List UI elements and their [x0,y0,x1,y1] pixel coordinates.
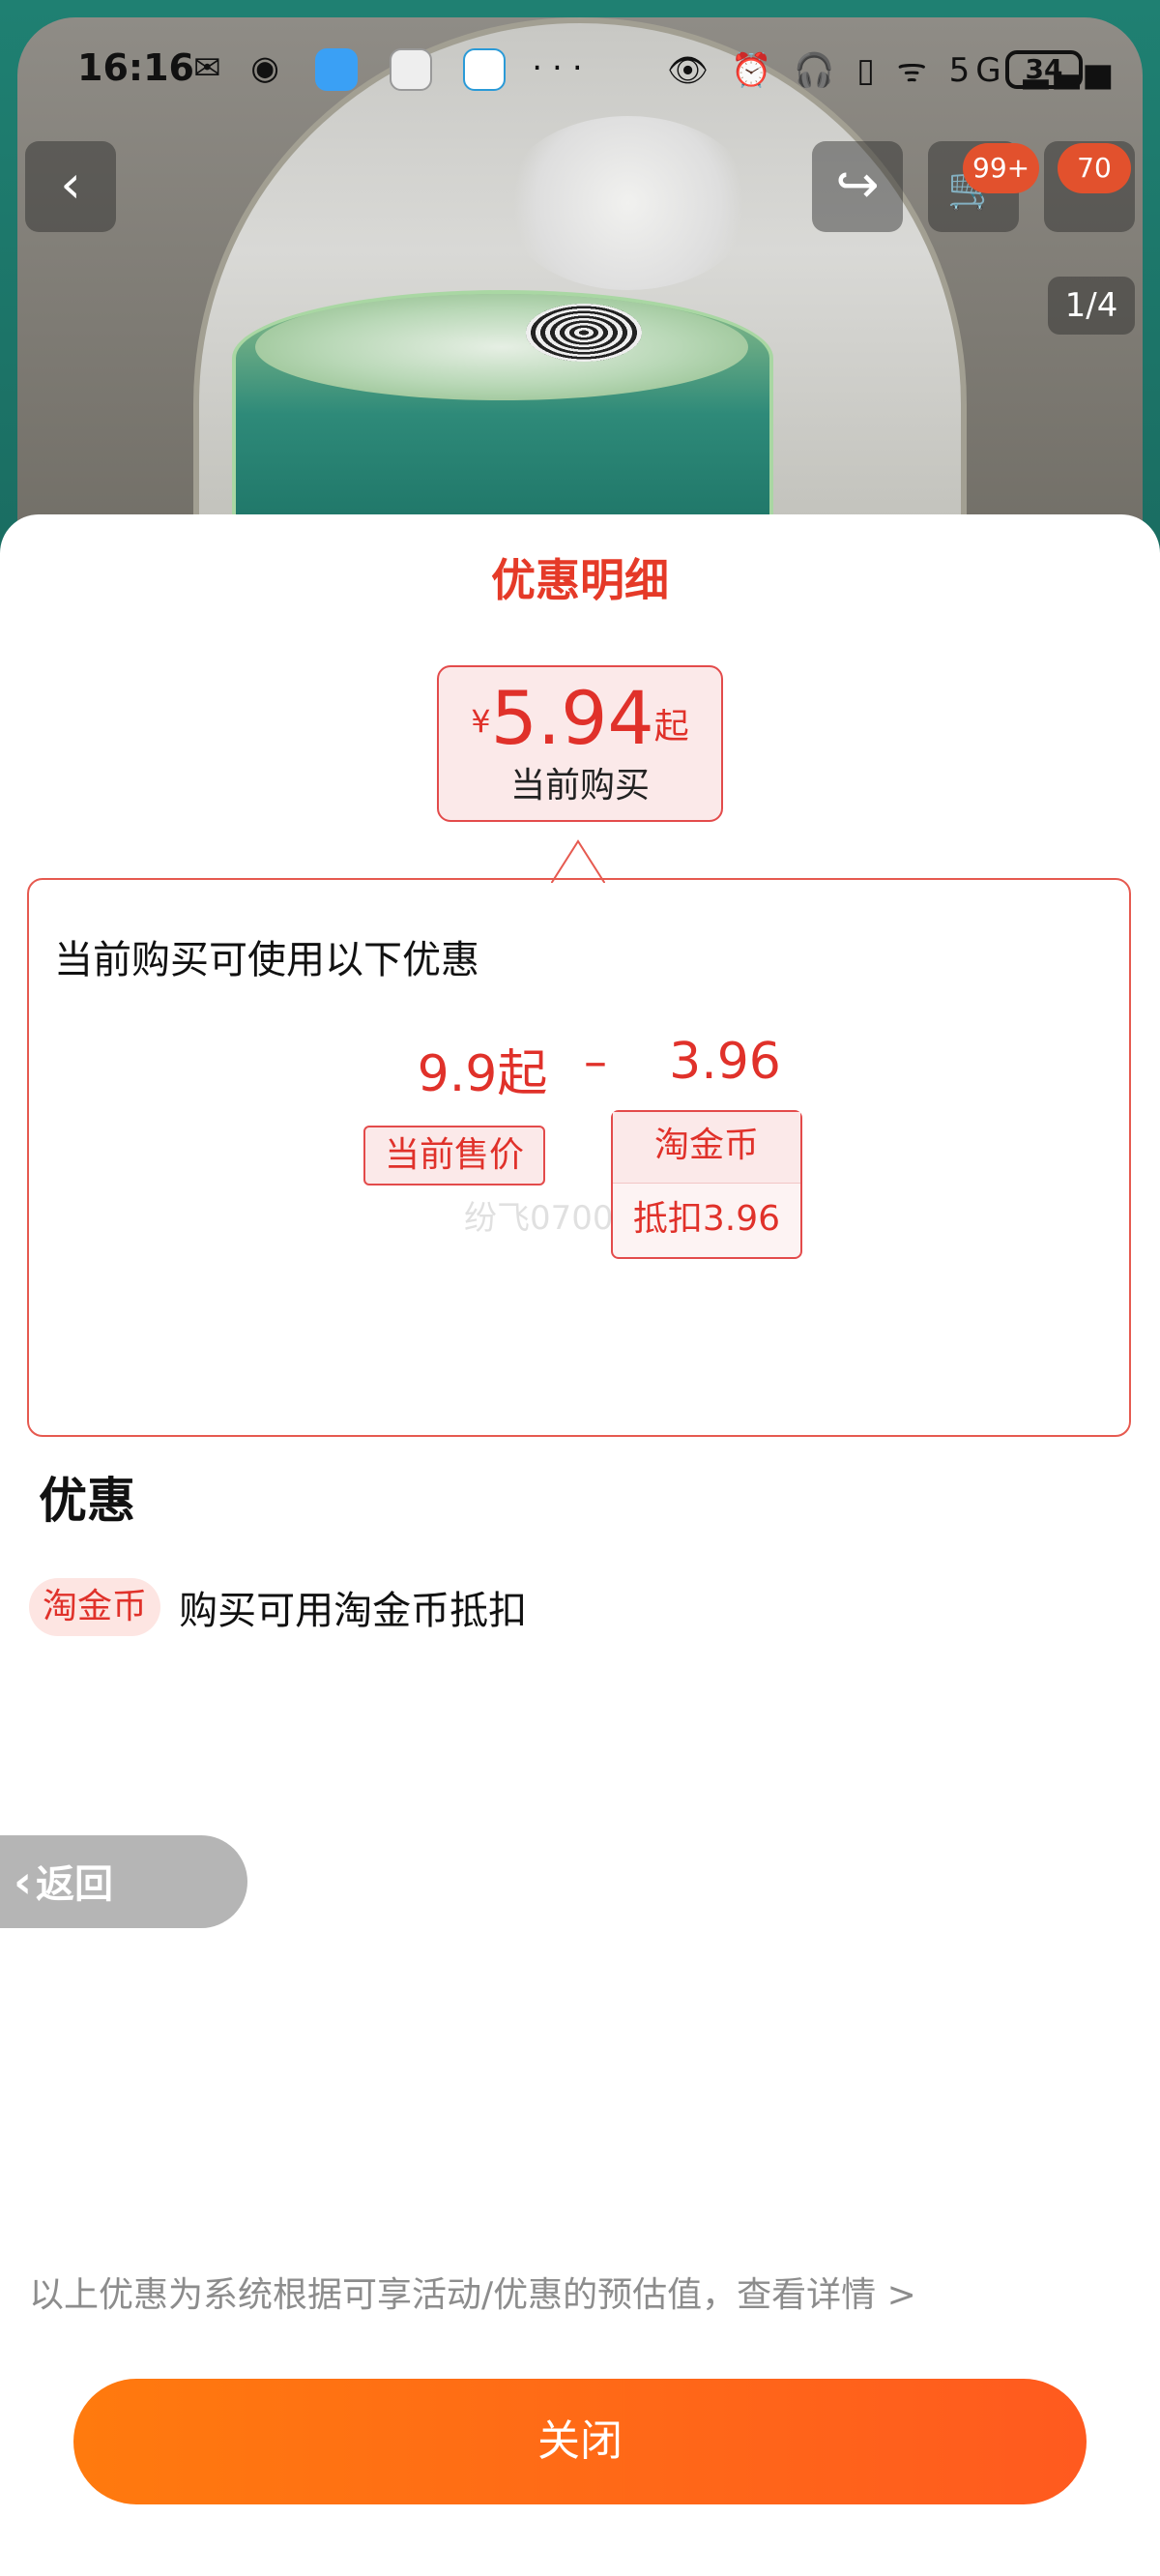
status-bar: 16:16 ✉ ◉ ··· 👁 ⏰ 🎧 ▯ ᯤ 5G ▂▃▅ 34 [0,0,1160,135]
close-button[interactable]: 关闭 [73,2379,1087,2504]
minus-operator: – [584,1035,607,1089]
taojinbi-tag-name: 淘金币 [613,1112,800,1184]
taojinbi-tag-amount: 抵扣3.96 [632,1199,781,1239]
battery-icon: 34 [1005,50,1083,89]
back-button[interactable]: ‹ [25,141,116,232]
return-button[interactable]: ‹ 返回 [0,1835,247,1928]
currency-symbol: ¥ [471,703,491,740]
product-image-cloud [503,116,754,290]
status-time: 16:16 [77,46,194,89]
image-counter: 1/4 [1048,277,1135,335]
china-mobile-icon [463,48,507,91]
share-button[interactable]: ↪ [812,141,903,232]
more-notifications-icon: ··· [532,48,593,88]
promotion-item: 淘金币 购买可用淘金币抵扣 [29,1578,527,1640]
return-label: 返回 [35,1862,113,1907]
notification-icons: ✉ ◉ ··· [193,48,593,91]
original-price: 9.9起 [417,1045,548,1103]
chevron-left-icon: ‹ [14,1856,32,1908]
current-price-caption: 当前购买 [509,766,650,805]
original-price-tag: 当前售价 [363,1126,545,1186]
promotion-text: 购买可用淘金币抵扣 [179,1589,528,1633]
gesture-app-icon [389,48,432,91]
watermark: 纷飞0700 [464,1199,614,1238]
sheet-title: 优惠明细 [491,554,669,606]
share-icon: ↪ [835,154,880,215]
taojinbi-tag: 淘金币 抵扣3.96 [611,1110,802,1259]
cart-count-badge: 99+ [963,143,1040,193]
product-can-lid [255,294,748,400]
current-price-box: ¥5.94起 当前购买 [437,665,723,822]
promotion-tag: 淘金币 [29,1578,161,1636]
discount-breakdown: 当前购买可使用以下优惠 9.9起 – 3.96 当前售价 淘金币 抵扣3.96 … [27,878,1131,1437]
deduction-amount: 3.96 [669,1033,781,1091]
current-price: ¥5.94起 [439,675,721,761]
mosquito-coil-graphic [526,304,642,362]
disclaimer-link[interactable]: 以上优惠为系统根据可享活动/优惠的预估值，查看详情 > [29,2267,916,2317]
discount-detail-sheet: 优惠明细 ¥5.94起 当前购买 当前购买可使用以下优惠 9.9起 – 3.96… [0,514,1160,2576]
chevron-left-icon: ‹ [60,154,81,215]
message-count-badge: 70 [1058,143,1131,193]
breakdown-heading: 当前购买可使用以下优惠 [54,938,479,982]
notification-glyphs: ✉ ◉ [193,48,289,88]
promotions-section-title: 优惠 [39,1473,135,1529]
current-price-value: 5.94 [490,675,654,761]
price-suffix: 起 [653,707,689,746]
weather-app-icon [314,48,358,91]
